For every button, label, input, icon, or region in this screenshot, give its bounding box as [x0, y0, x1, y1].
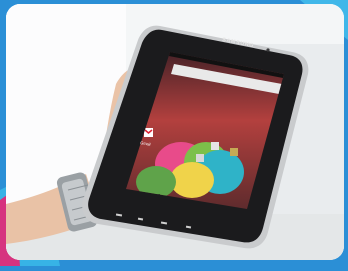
photo-scene: Gmail SAMSUNG: [6, 4, 344, 260]
front-camera: [266, 48, 270, 52]
product-photo: Gmail SAMSUNG: [6, 4, 344, 260]
